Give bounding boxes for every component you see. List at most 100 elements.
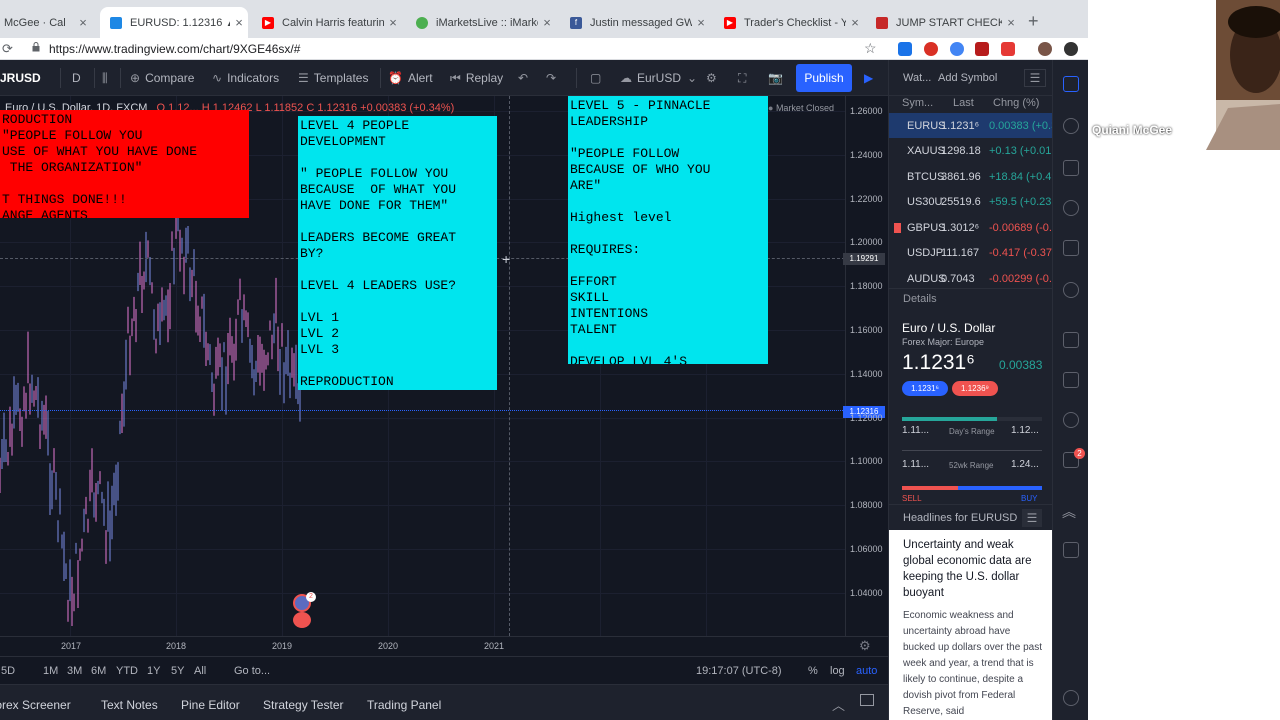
close-icon[interactable]: × [538, 15, 556, 30]
watchlist-chg: +0.13 (+0.01 [989, 145, 1052, 157]
col-last[interactable]: Last [953, 97, 974, 109]
reload-icon[interactable]: ⟳ [2, 41, 13, 57]
play-button[interactable]: ▶ [864, 60, 878, 96]
chevron-up-icon[interactable]: ︽ [1062, 502, 1076, 522]
watchlist-row[interactable]: EURUS 1.1231⁶ 0.00383 (+0.3 [889, 113, 1053, 138]
undo-button[interactable]: ↶ [518, 60, 533, 96]
interval-button[interactable]: D [72, 60, 81, 96]
browser-tab[interactable]: ▶ Trader's Checklist - Yo × [714, 7, 864, 38]
browser-tab[interactable]: iMarketsLive :: iMarke × [406, 7, 556, 38]
price-chart[interactable]: + Euro / U.S. Dollar, 1D, FXCM O 1.12...… [0, 96, 888, 656]
browser-tab[interactable]: McGee · Cal × [0, 7, 92, 38]
range-all[interactable]: All [194, 665, 206, 677]
save-layout-button[interactable]: ☁ EurUSD ⌄ [620, 60, 702, 96]
close-icon[interactable]: × [1002, 15, 1020, 30]
tab-trading-panel[interactable]: Trading Panel [367, 698, 441, 712]
layout-button[interactable]: ▢ [590, 60, 606, 96]
calendar-icon[interactable] [1063, 240, 1079, 256]
watchlist-row[interactable]: USDJP 111.167 -0.417 (-0.37 [889, 241, 1053, 266]
chart-style-button[interactable]: ⫼ [102, 60, 113, 96]
new-tab-icon[interactable]: + [1028, 11, 1039, 32]
text-note-level5[interactable]: LEVEL 5 - PINNACLE LEADERSHIP "PEOPLE FO… [568, 96, 768, 364]
alerts-clock-icon[interactable] [1063, 118, 1079, 134]
replay-button[interactable]: ⏮ Replay [450, 60, 503, 96]
range-5y[interactable]: 5Y [171, 665, 184, 677]
snapshot-button[interactable]: 📷 [768, 60, 788, 96]
hotlist-icon[interactable] [1063, 200, 1079, 216]
range-ytd[interactable]: YTD [116, 665, 138, 677]
details-header[interactable]: Details [903, 293, 937, 305]
indicators-button[interactable]: ∿ Indicators [212, 60, 279, 96]
price-axis[interactable] [845, 96, 888, 636]
text-note-red[interactable]: RODUCTION "PEOPLE FOLLOW YOU USE OF WHAT… [0, 110, 249, 218]
watchlist-row[interactable]: XAUUS 1298.18 +0.13 (+0.01 [889, 139, 1053, 164]
tab-pine-editor[interactable]: Pine Editor [181, 698, 240, 712]
col-change[interactable]: Chng (%) [993, 97, 1039, 109]
extension-icon[interactable] [898, 42, 912, 56]
profile-avatar[interactable] [1038, 42, 1052, 56]
maximize-icon[interactable] [860, 694, 874, 706]
fullscreen-button[interactable]: ⛶ [738, 60, 751, 96]
add-symbol-button[interactable]: Add Symbol [938, 72, 997, 84]
headline-card[interactable]: Uncertainty and weak global economic dat… [889, 530, 1053, 720]
browser-tab[interactable]: JUMP START CHECK × [866, 7, 1020, 38]
publish-button[interactable]: Publish [796, 64, 852, 92]
menu-icon[interactable] [1064, 42, 1078, 56]
compare-button[interactable]: ⊕ Compare [130, 60, 194, 96]
range-3m[interactable]: 3M [67, 665, 82, 677]
text-note-level4[interactable]: LEVEL 4 PEOPLE DEVELOPMENT " PEOPLE FOLL… [298, 116, 497, 390]
watchlist-row[interactable]: GBPUS 1.3012⁶ -0.00689 (-0.5 [889, 215, 1053, 240]
order-panel-icon[interactable] [1063, 542, 1079, 558]
browser-tab[interactable]: ▶ Calvin Harris featuring × [252, 7, 402, 38]
settings-button[interactable]: ⚙ [706, 60, 722, 96]
close-icon[interactable]: × [74, 15, 92, 30]
help-icon[interactable] [1063, 690, 1079, 706]
range-1y[interactable]: 1Y [147, 665, 160, 677]
log-scale-toggle[interactable]: log [830, 665, 845, 677]
templates-button[interactable]: ☰ Templates [298, 60, 368, 96]
tab-text-notes[interactable]: Text Notes [101, 698, 158, 712]
headlines-menu-icon[interactable]: ☰ [1022, 509, 1042, 527]
bookmark-star-icon[interactable]: ☆ [864, 40, 877, 57]
watchlist-row[interactable]: US30U 25519.6 +59.5 (+0.23 [889, 190, 1053, 215]
watchlist-row[interactable]: BTCUS 3861.96 +18.84 (+0.49 [889, 164, 1053, 189]
ideas-icon[interactable] [1063, 412, 1079, 428]
headlines-title[interactable]: Headlines for EURUSD [903, 512, 1017, 524]
symbol-search-button[interactable]: JRUSD [0, 60, 41, 96]
event-flag-icon[interactable] [293, 612, 311, 628]
close-icon[interactable]: × [230, 15, 248, 30]
close-icon[interactable]: × [692, 15, 710, 30]
chat-icon[interactable] [1063, 372, 1079, 388]
streams-icon[interactable] [1063, 332, 1079, 348]
tab-strategy-tester[interactable]: Strategy Tester [263, 698, 343, 712]
gear-icon[interactable]: ⚙ [859, 638, 871, 654]
close-icon[interactable]: × [384, 15, 402, 30]
extension-icon[interactable] [950, 42, 964, 56]
headline-title[interactable]: Uncertainty and weak global economic dat… [903, 537, 1045, 601]
percent-scale-toggle[interactable]: % [808, 665, 818, 677]
watchlist-menu-icon[interactable]: ☰ [1024, 69, 1046, 87]
extension-icon[interactable] [924, 42, 938, 56]
auto-scale-toggle[interactable]: auto [856, 665, 877, 677]
tab-forex-screener[interactable]: Forex Screener [0, 698, 71, 712]
ask-badge[interactable]: 1.1236⁹ [952, 381, 998, 396]
browser-tab[interactable]: f Justin messaged GWS × [560, 7, 710, 38]
range-1m[interactable]: 1M [43, 665, 58, 677]
range-5d[interactable]: 5D [1, 665, 15, 677]
browser-tab-active[interactable]: EURUSD: 1.12316 ▲+0 × [100, 7, 248, 38]
watchlist-icon[interactable] [1063, 76, 1079, 92]
redo-button[interactable]: ↷ [546, 60, 561, 96]
watchlist-title[interactable]: Wat... [903, 72, 931, 84]
extension-icon[interactable] [1001, 42, 1015, 56]
bid-badge[interactable]: 1.1231⁶ [902, 381, 948, 396]
alert-button[interactable]: ⏰ Alert [388, 60, 433, 96]
range-6m[interactable]: 6M [91, 665, 106, 677]
extension-icon[interactable] [975, 42, 989, 56]
idea-bulb-icon[interactable] [1063, 282, 1079, 298]
goto-button[interactable]: Go to... [234, 665, 270, 677]
data-window-icon[interactable] [1063, 160, 1079, 176]
url-field[interactable]: https://www.tradingview.com/chart/9XGE46… [49, 42, 300, 56]
col-symbol[interactable]: Sym... [902, 97, 933, 109]
collapse-chevron-icon[interactable]: ︿ [832, 695, 845, 714]
close-icon[interactable]: × [846, 15, 864, 30]
